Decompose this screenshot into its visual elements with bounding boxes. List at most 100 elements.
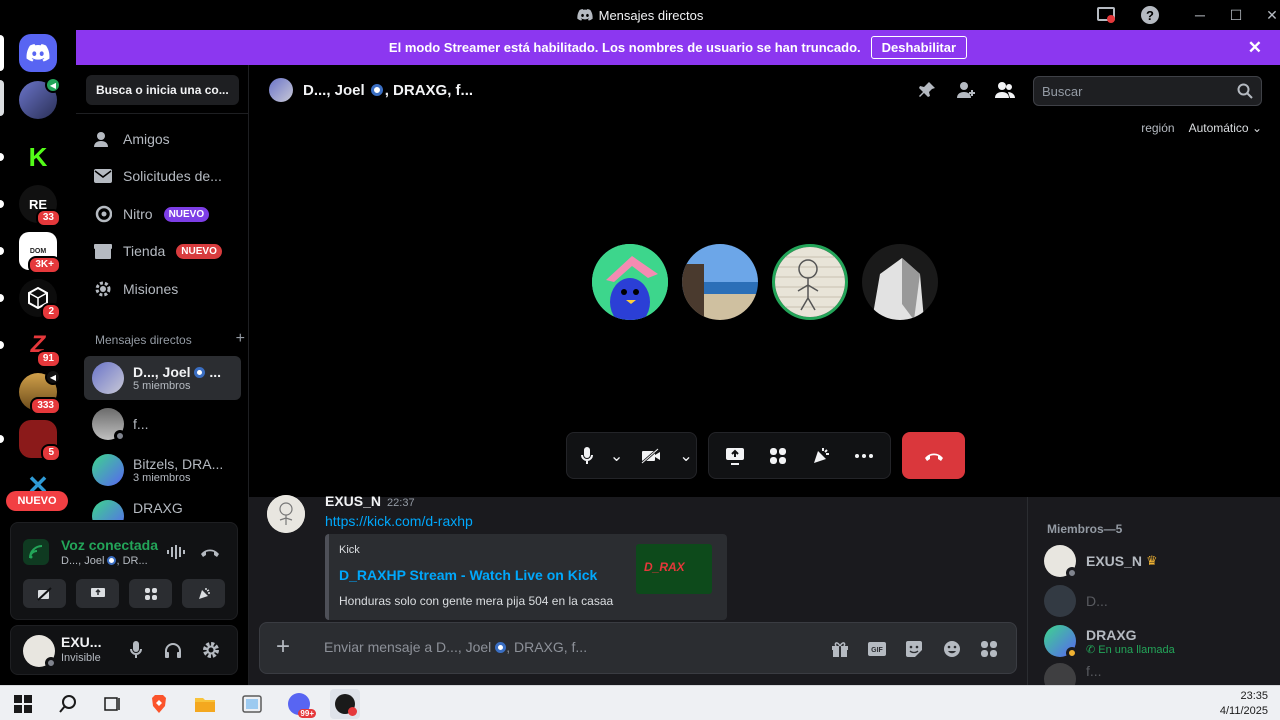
camera-toggle-button[interactable]: [627, 436, 677, 476]
screen-share-button[interactable]: [76, 579, 119, 608]
dm-sidebar: Busca o inicia una co... Amigos Solicitu…: [10, 65, 249, 685]
mic-options-chevron-icon[interactable]: ⌄: [607, 436, 627, 476]
server-z[interactable]: Z 91: [19, 326, 61, 368]
snipping-tool-icon[interactable]: [237, 689, 267, 719]
nav-message-requests[interactable]: Solicitudes de...: [84, 158, 241, 194]
taskbar-badge: 99+: [298, 709, 316, 718]
member-item[interactable]: D...: [1044, 583, 1108, 619]
call-title-suffix[interactable]: , DRAXG, f...: [385, 82, 473, 99]
selected-indicator: [0, 35, 4, 71]
region-value: Automático ⌄: [1189, 121, 1262, 135]
inbox-icon[interactable]: [1088, 0, 1124, 30]
embed-description: Honduras solo con gente mera pija 504 en…: [339, 594, 614, 608]
obs-logo: [335, 694, 357, 716]
emoji-icon[interactable]: [941, 638, 963, 660]
dm-item-f[interactable]: f...: [84, 402, 241, 446]
embed-provider: Kick: [339, 544, 360, 556]
call-search-input[interactable]: Buscar: [1033, 76, 1262, 106]
screen-share-button[interactable]: [715, 436, 755, 476]
participant-tile[interactable]: [862, 244, 938, 320]
microphone-icon[interactable]: [125, 639, 147, 661]
gift-icon[interactable]: [829, 638, 851, 660]
status-invisible-icon: [45, 657, 57, 669]
shop-icon: [94, 242, 112, 260]
message-author-avatar[interactable]: [267, 495, 305, 533]
task-view-icon[interactable]: [98, 689, 128, 719]
member-item[interactable]: EXUS_N ♛: [1044, 543, 1158, 579]
dm-avatar: [92, 408, 126, 442]
brave-browser-icon[interactable]: [144, 689, 174, 719]
apps-icon[interactable]: [978, 638, 1000, 660]
end-call-button[interactable]: [902, 432, 965, 479]
settings-gear-icon[interactable]: [200, 639, 222, 661]
gif-icon[interactable]: GIF: [866, 638, 888, 660]
camera-options-chevron-icon[interactable]: ⌄: [676, 436, 696, 476]
disable-streamer-button[interactable]: Deshabilitar: [870, 36, 968, 59]
mute-mic-button[interactable]: [567, 436, 607, 476]
participant-tile[interactable]: [682, 244, 758, 320]
embed-title[interactable]: D_RAXHP Stream - Watch Live on Kick: [339, 567, 597, 583]
attach-plus-icon[interactable]: +: [276, 635, 290, 659]
server-badge: 333: [30, 397, 61, 415]
server-dominican[interactable]: DOM 3K+: [19, 232, 61, 274]
message-link[interactable]: https://kick.com/d-raxhp: [325, 513, 473, 529]
nav-label: Misiones: [123, 281, 179, 297]
more-options-button[interactable]: [844, 436, 884, 476]
dm-item-bitzels[interactable]: Bitzels, DRA... 3 miembros: [84, 448, 241, 492]
user-avatar[interactable]: [23, 635, 57, 669]
participant-tile-speaking[interactable]: [772, 244, 848, 320]
embed-thumbnail[interactable]: D_RAX: [636, 544, 712, 594]
disconnect-icon[interactable]: [199, 541, 221, 563]
server-group[interactable]: ◀ 333: [19, 369, 61, 415]
message-author[interactable]: EXUS_N 22:37: [325, 493, 415, 509]
participant-tile[interactable]: [592, 244, 668, 320]
server-home[interactable]: [19, 34, 57, 72]
add-member-icon[interactable]: [955, 79, 977, 101]
close-window-icon[interactable]: ✕: [1254, 0, 1280, 30]
noise-suppression-icon[interactable]: [165, 541, 187, 563]
sticker-icon[interactable]: [903, 638, 925, 660]
windows-start-icon[interactable]: [8, 689, 38, 719]
banner-close-icon[interactable]: ✕: [1248, 38, 1262, 58]
signal-icon[interactable]: [23, 539, 49, 565]
activities-button[interactable]: [129, 579, 172, 608]
nav-shop[interactable]: Tienda NUEVO: [84, 233, 241, 269]
dm-search-button[interactable]: Busca o inicia una co...: [86, 75, 239, 105]
composer-placeholder-text: Enviar mensaje a D..., Joel: [324, 639, 492, 655]
add-dm-icon[interactable]: +: [236, 331, 245, 347]
voice-status[interactable]: Voz conectada: [61, 537, 158, 553]
speaker-icon: ◀: [45, 369, 61, 385]
nav-friends[interactable]: Amigos: [84, 121, 241, 157]
soundboard-button[interactable]: [182, 579, 225, 608]
file-explorer-icon[interactable]: [190, 689, 220, 719]
discord-taskbar-icon[interactable]: 99+: [284, 689, 316, 719]
camera-off-button[interactable]: [23, 579, 66, 608]
server-kick[interactable]: K: [19, 138, 57, 176]
dm-item-draxg[interactable]: DRAXG: [84, 494, 241, 520]
server-re[interactable]: RE 33: [19, 185, 61, 227]
help-icon[interactable]: ?: [1132, 0, 1168, 30]
member-item[interactable]: DRAXG ✆ En una llamada: [1044, 623, 1175, 659]
soundboard-button[interactable]: [801, 436, 841, 476]
search-icon[interactable]: [53, 689, 83, 719]
minimize-icon[interactable]: ─: [1182, 0, 1218, 30]
taskbar-clock[interactable]: 23:35 4/11/2025: [1220, 689, 1268, 719]
pin-icon[interactable]: [916, 79, 938, 101]
dm-name: D..., Joel ...: [133, 364, 221, 380]
server-cube[interactable]: 2: [19, 279, 61, 321]
server-voice-call[interactable]: ◀: [19, 77, 61, 119]
message-composer[interactable]: + Enviar mensaje a D..., Joel , DRAXG, f…: [259, 622, 1017, 674]
obs-taskbar-icon[interactable]: [330, 689, 360, 719]
headphones-icon[interactable]: [162, 639, 184, 661]
nav-quests[interactable]: Misiones: [84, 271, 241, 307]
dm-item-group-call[interactable]: D..., Joel ... 5 miembros: [84, 356, 241, 400]
member-item[interactable]: f...: [1044, 663, 1102, 685]
discord-logo-icon: [576, 9, 593, 21]
activities-button[interactable]: [758, 436, 798, 476]
maximize-icon[interactable]: ☐: [1218, 0, 1254, 30]
nav-nitro[interactable]: Nitro NUEVO: [84, 196, 241, 232]
member-list-icon[interactable]: [994, 79, 1016, 101]
server-red[interactable]: 5: [19, 420, 61, 462]
call-title[interactable]: D..., Joel: [303, 82, 365, 99]
region-selector[interactable]: región Automático ⌄: [1141, 121, 1262, 135]
